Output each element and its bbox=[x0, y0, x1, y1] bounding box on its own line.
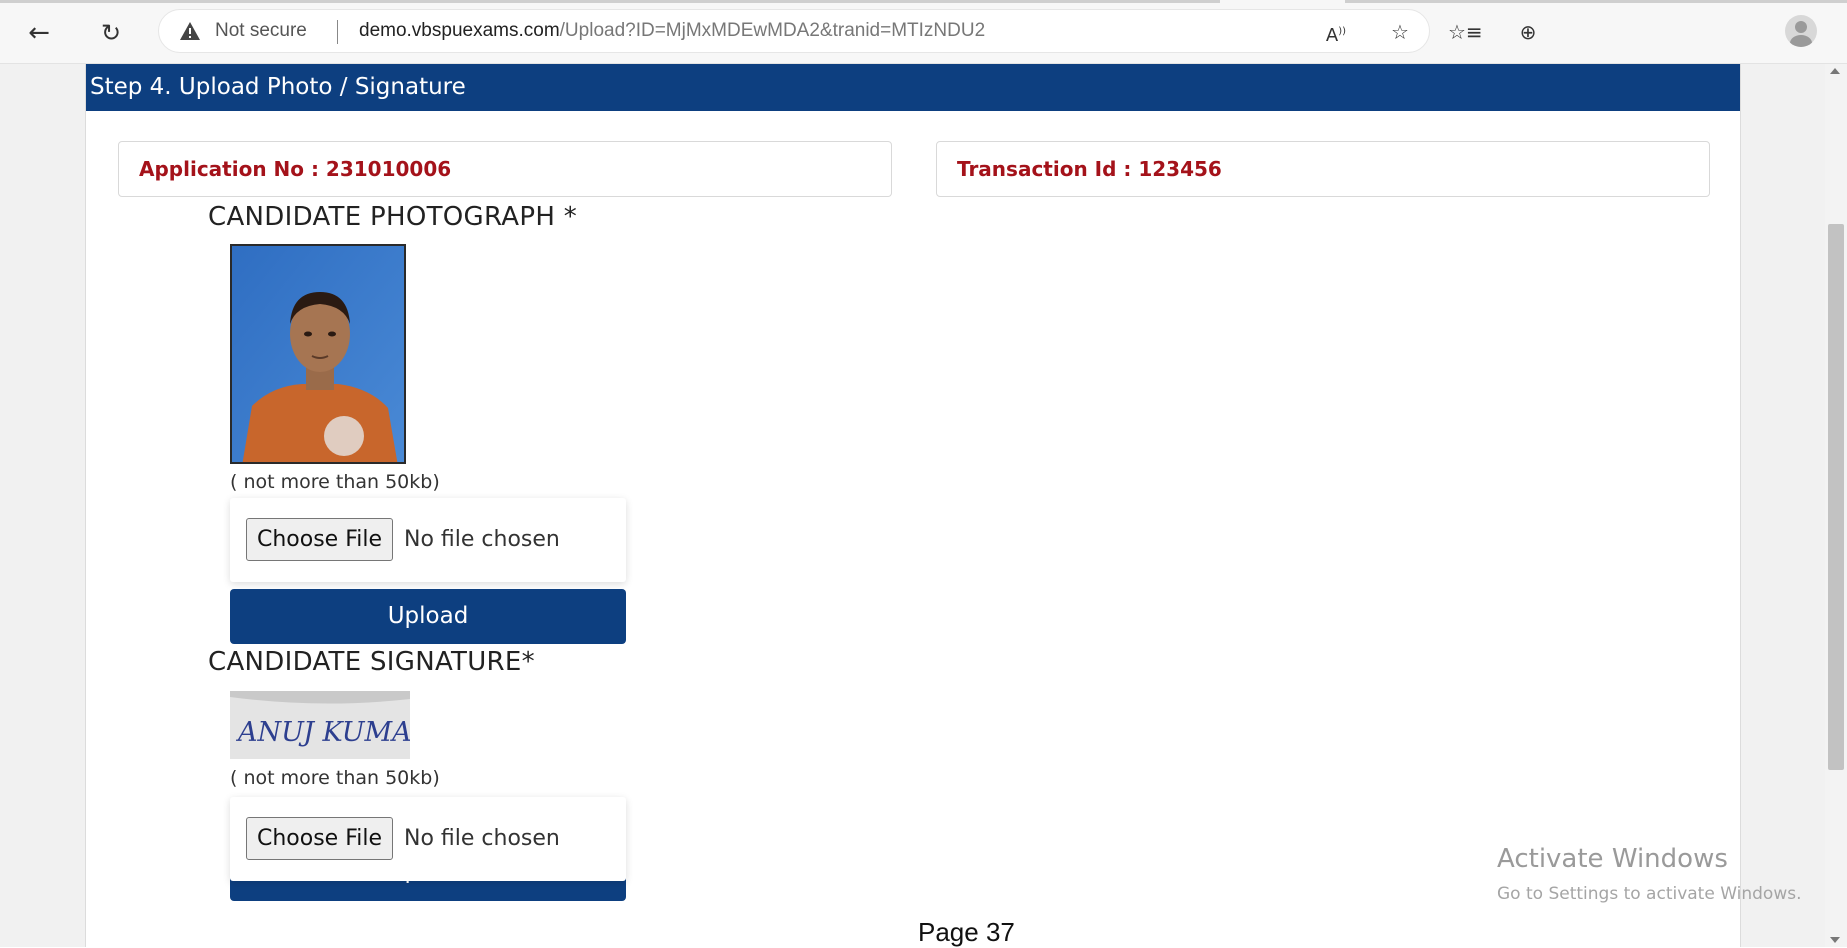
favorites-icon[interactable]: ☆≡ bbox=[1448, 17, 1483, 47]
signature-file-input: Choose File No file chosen bbox=[230, 797, 626, 881]
transaction-id: Transaction Id : 123456 bbox=[957, 157, 1222, 181]
url-text[interactable]: demo.vbspuexams.com/Upload?ID=MjMxMDEwMD… bbox=[359, 20, 985, 42]
back-arrow-icon[interactable]: ← bbox=[24, 18, 54, 48]
scroll-up-arrow-icon[interactable] bbox=[1830, 68, 1840, 74]
step-header: Step 4. Upload Photo / Signature bbox=[86, 64, 1740, 111]
profile-avatar[interactable] bbox=[1785, 15, 1817, 47]
activate-windows-subtitle: Go to Settings to activate Windows. bbox=[1497, 884, 1802, 904]
signature-section-title: CANDIDATE SIGNATURE* bbox=[208, 647, 535, 677]
candidate-photo-image bbox=[232, 246, 404, 462]
tab-strip bbox=[0, 0, 1847, 4]
browser-toolbar: ← ↻ Not secure demo.vbspuexams.com/Uploa… bbox=[0, 0, 1847, 64]
page-number: Page 37 bbox=[918, 917, 1015, 947]
reload-icon[interactable]: ↻ bbox=[96, 18, 126, 48]
photo-choose-file-button[interactable]: Choose File bbox=[246, 518, 394, 561]
right-gutter bbox=[1740, 64, 1825, 947]
page-viewport: Step 4. Upload Photo / Signature Applica… bbox=[0, 64, 1847, 947]
application-no: Application No : 231010006 bbox=[139, 157, 452, 181]
scroll-down-arrow-icon[interactable] bbox=[1830, 937, 1840, 943]
scroll-thumb[interactable] bbox=[1828, 224, 1844, 770]
address-bar[interactable]: Not secure demo.vbspuexams.com/Upload?ID… bbox=[158, 9, 1430, 53]
transaction-id-box: Transaction Id : 123456 bbox=[936, 141, 1710, 197]
warning-icon bbox=[180, 22, 200, 40]
add-favorite-icon[interactable]: ☆ bbox=[1384, 17, 1416, 47]
photo-section-title: CANDIDATE PHOTOGRAPH * bbox=[208, 202, 578, 232]
signature-choose-file-button[interactable]: Choose File bbox=[246, 817, 394, 860]
left-gutter bbox=[0, 64, 85, 947]
photo-size-note: ( not more than 50kb) bbox=[230, 471, 440, 493]
signature-file-status: No file chosen bbox=[404, 826, 560, 851]
photo-upload-button[interactable]: Upload bbox=[230, 589, 626, 644]
candidate-photo bbox=[230, 244, 406, 464]
photo-file-status: No file chosen bbox=[404, 527, 560, 552]
vertical-scrollbar[interactable] bbox=[1825, 64, 1847, 947]
svg-text:ANUJ KUMAR: ANUJ KUMAR bbox=[235, 717, 410, 748]
collections-icon[interactable]: ⊕ bbox=[1512, 17, 1544, 47]
application-no-box: Application No : 231010006 bbox=[118, 141, 892, 197]
url-path: /Upload?ID=MjMxMDEwMDA2&tranid=MTIzNDU2 bbox=[559, 20, 986, 41]
url-domain: demo.vbspuexams.com bbox=[359, 20, 560, 41]
address-divider bbox=[337, 20, 338, 44]
read-aloud-icon[interactable]: A)) bbox=[1320, 17, 1352, 47]
candidate-signature: ANUJ KUMAR bbox=[230, 691, 410, 759]
signature-size-note: ( not more than 50kb) bbox=[230, 767, 440, 789]
photo-file-input: Choose File No file chosen bbox=[230, 498, 626, 582]
not-secure-label[interactable]: Not secure bbox=[215, 20, 307, 42]
activate-windows-title: Activate Windows bbox=[1497, 844, 1728, 874]
candidate-signature-image: ANUJ KUMAR bbox=[230, 691, 410, 759]
